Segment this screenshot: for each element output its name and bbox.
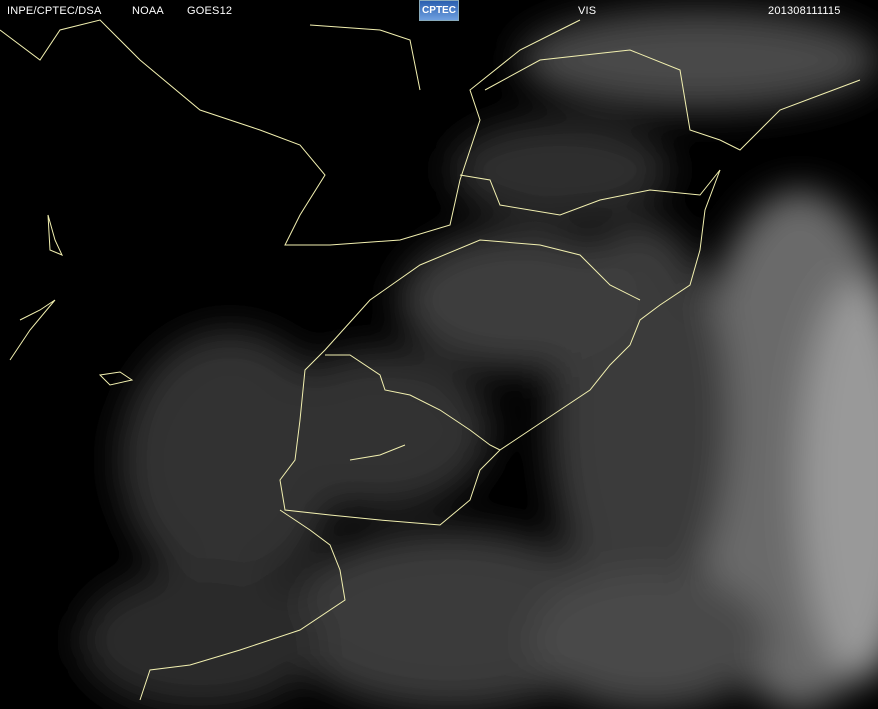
timestamp-label: 201308111115 bbox=[768, 5, 841, 17]
logo-text: CPTEC bbox=[422, 5, 456, 16]
agency-label: INPE/CPTEC/DSA bbox=[7, 5, 102, 17]
border-line bbox=[47, 214, 63, 256]
cloud-cover bbox=[80, 10, 878, 709]
channel-label: VIS bbox=[578, 5, 597, 17]
satellite-map bbox=[0, 10, 878, 709]
source-label: NOAA bbox=[132, 5, 164, 17]
satellite-label: GOES12 bbox=[187, 5, 233, 17]
cptec-logo: CPTEC bbox=[419, 0, 459, 21]
border-line bbox=[309, 24, 421, 91]
satellite-image: INPE/CPTEC/DSA NOAA GOES12 CPTEC VIS 201… bbox=[0, 0, 878, 709]
border-line bbox=[9, 299, 56, 361]
border-line bbox=[98, 371, 134, 386]
